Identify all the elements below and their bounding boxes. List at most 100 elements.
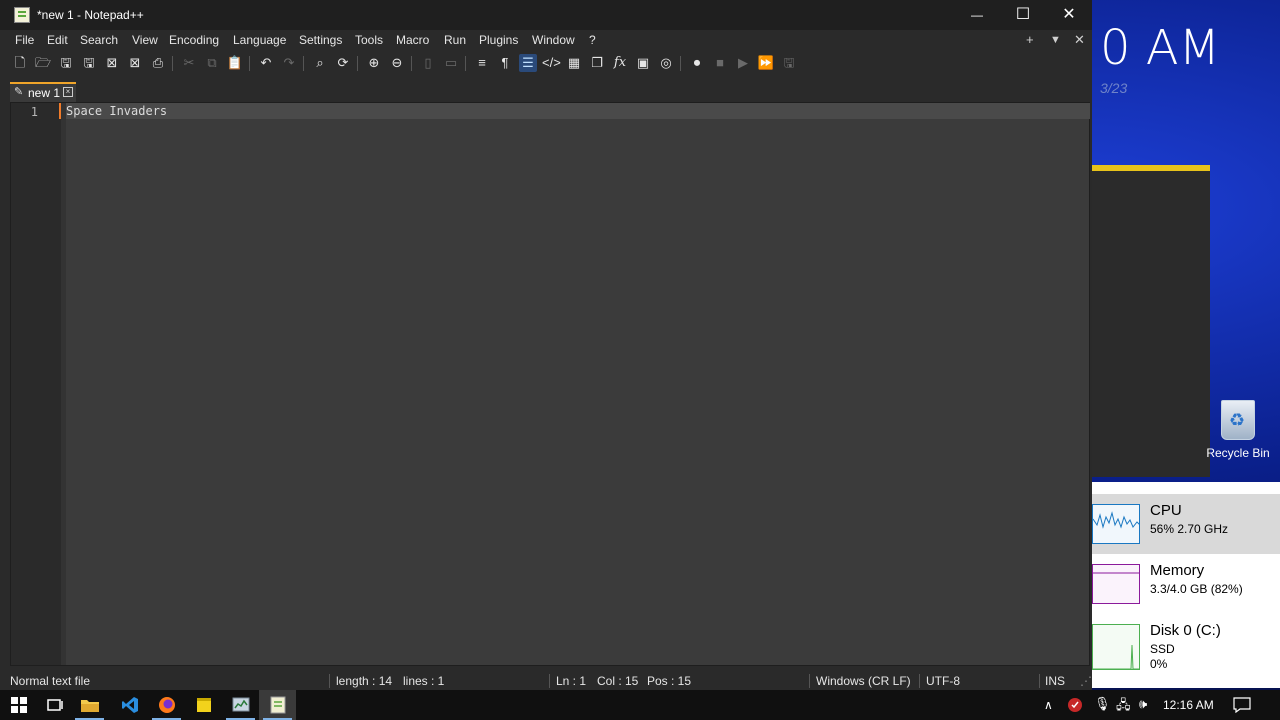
- line-number-gutter: 1: [11, 103, 66, 665]
- fold-margin[interactable]: [61, 103, 66, 665]
- menu-macro[interactable]: Macro: [396, 33, 429, 47]
- perf-memory-detail: 3.3/4.0 GB (82%): [1150, 582, 1243, 596]
- close-document-button[interactable]: ✕: [1074, 32, 1085, 48]
- zoom-out-icon[interactable]: ⊖: [388, 54, 406, 72]
- status-separator: [549, 674, 550, 688]
- new-file-icon[interactable]: 🗋: [11, 54, 29, 72]
- taskbar-vscode[interactable]: [111, 690, 148, 720]
- menu-bar: File Edit Search View Encoding Language …: [0, 31, 1092, 51]
- new-tab-plus-button[interactable]: +: [1026, 32, 1034, 47]
- save-all-icon[interactable]: 🖫: [80, 54, 98, 72]
- taskbar-notepadpp[interactable]: [259, 690, 296, 720]
- tray-clock[interactable]: 12:16 AM: [1163, 698, 1214, 712]
- memory-graph: [1092, 564, 1140, 604]
- perf-row-memory[interactable]: Memory 3.3/4.0 GB (82%): [1092, 554, 1280, 614]
- xml-tag-icon[interactable]: </>: [542, 54, 561, 72]
- close-all-icon[interactable]: ⊠: [126, 54, 144, 72]
- menu-window[interactable]: Window: [532, 33, 575, 47]
- close-button[interactable]: ✕: [1046, 0, 1092, 30]
- tab-new-1[interactable]: ✎ new 1 ×: [10, 82, 76, 102]
- status-eol[interactable]: Windows (CR LF): [816, 674, 911, 688]
- taskbar-task-manager[interactable]: [222, 690, 259, 720]
- cut-icon[interactable]: ✂: [180, 54, 198, 72]
- replace-icon[interactable]: ⟳: [334, 54, 352, 72]
- play-macro-icon[interactable]: ▶: [734, 54, 752, 72]
- title-bar[interactable]: *new 1 - Notepad++ — ☐ ✕: [0, 0, 1092, 30]
- document-map-icon[interactable]: ▦: [565, 54, 583, 72]
- word-wrap-icon[interactable]: ≡: [473, 54, 491, 72]
- firefox-icon: [158, 697, 175, 713]
- minimize-button[interactable]: —: [954, 0, 1000, 30]
- editor-area[interactable]: 1 Space Invaders: [10, 102, 1090, 666]
- find-icon[interactable]: ⌕: [311, 54, 329, 72]
- tray-microphone-icon[interactable]: 🎙: [1094, 696, 1111, 712]
- notepadpp-app-icon[interactable]: [14, 7, 30, 23]
- print-icon[interactable]: ⎙: [149, 54, 167, 72]
- tab-close-icon[interactable]: ×: [63, 87, 73, 97]
- save-macro-icon[interactable]: 🖫: [780, 54, 798, 72]
- document-list-icon[interactable]: ❐: [588, 54, 606, 72]
- function-list-icon[interactable]: fx: [611, 54, 629, 72]
- show-all-chars-icon[interactable]: ¶: [496, 54, 514, 72]
- perf-row-disk[interactable]: Disk 0 (C:) SSD 0%: [1092, 614, 1280, 688]
- menu-settings[interactable]: Settings: [299, 33, 342, 47]
- sync-v-icon[interactable]: ▯: [419, 54, 437, 72]
- taskbar-firefox[interactable]: [148, 690, 185, 720]
- redo-icon[interactable]: ↷: [280, 54, 298, 72]
- tray-security-icon[interactable]: [1067, 697, 1083, 713]
- taskbar-file-explorer[interactable]: [71, 690, 108, 720]
- menu-search[interactable]: Search: [80, 33, 118, 47]
- tray-volume-icon[interactable]: 🕪: [1139, 696, 1147, 712]
- recycle-bin-shortcut[interactable]: Recycle Bin: [1205, 400, 1271, 460]
- taskbar-sticky-notes[interactable]: [185, 690, 222, 720]
- status-column: Col : 15: [597, 674, 639, 688]
- zoom-in-icon[interactable]: ⊕: [365, 54, 383, 72]
- copy-icon[interactable]: ⧉: [203, 54, 221, 72]
- indent-guide-icon[interactable]: ☰: [519, 54, 537, 72]
- start-button[interactable]: [0, 690, 37, 720]
- monitoring-icon[interactable]: ◎: [657, 54, 675, 72]
- menu-view[interactable]: View: [132, 33, 158, 47]
- line-number: 1: [30, 105, 38, 119]
- toolbar: 🗋 🗁 🖫 🖫 ⊠ ⊠ ⎙ ✂ ⧉ 📋 ↶ ↷ ⌕ ⟳ ⊕ ⊖ ▯ ▭ ≡ ¶ …: [0, 52, 1092, 74]
- resize-grip-icon[interactable]: ⋰: [1080, 674, 1092, 688]
- notepadpp-taskbar-icon: [270, 696, 285, 714]
- task-view-icon: [46, 699, 63, 711]
- editor-text[interactable]: Space Invaders: [66, 104, 167, 118]
- window-title: *new 1 - Notepad++: [37, 8, 144, 22]
- open-file-icon[interactable]: 🗁: [34, 54, 52, 72]
- status-insert-mode[interactable]: INS: [1045, 674, 1065, 688]
- tray-network-icon[interactable]: 🖧: [1116, 696, 1131, 718]
- menu-run[interactable]: Run: [444, 33, 466, 47]
- menu-edit[interactable]: Edit: [47, 33, 68, 47]
- close-icon[interactable]: ⊠: [103, 54, 121, 72]
- task-view-button[interactable]: [36, 690, 73, 720]
- status-separator: [329, 674, 330, 688]
- menu-help[interactable]: ?: [589, 33, 596, 47]
- run-multiple-macro-icon[interactable]: ⏩: [757, 54, 775, 72]
- perf-cpu-detail: 56% 2.70 GHz: [1150, 522, 1229, 536]
- menu-language[interactable]: Language: [233, 33, 286, 47]
- menu-plugins[interactable]: Plugins: [479, 33, 518, 47]
- action-center-icon[interactable]: [1233, 697, 1251, 713]
- status-encoding[interactable]: UTF-8: [926, 674, 960, 688]
- undo-icon[interactable]: ↶: [257, 54, 275, 72]
- maximize-button[interactable]: ☐: [1000, 0, 1046, 30]
- toolbar-separator: [172, 56, 173, 71]
- menu-tools[interactable]: Tools: [355, 33, 383, 47]
- recycle-bin-label: Recycle Bin: [1206, 446, 1270, 460]
- folder-workspace-icon[interactable]: ▣: [634, 54, 652, 72]
- menu-encoding[interactable]: Encoding: [169, 33, 219, 47]
- tab-list-dropdown-button[interactable]: ▼: [1050, 34, 1061, 46]
- status-separator: [1039, 674, 1040, 688]
- perf-row-cpu[interactable]: CPU 56% 2.70 GHz: [1092, 494, 1280, 554]
- disk-graph: [1092, 624, 1140, 670]
- record-macro-icon[interactable]: ⏺: [688, 54, 706, 72]
- menu-file[interactable]: File: [15, 33, 34, 47]
- sync-h-icon[interactable]: ▭: [442, 54, 460, 72]
- paste-icon[interactable]: 📋: [226, 54, 244, 72]
- stop-macro-icon[interactable]: ■: [711, 54, 729, 72]
- save-icon[interactable]: 🖫: [57, 54, 75, 72]
- tray-overflow-chevron-icon[interactable]: ∧: [1044, 698, 1053, 712]
- toolbar-separator: [465, 56, 466, 71]
